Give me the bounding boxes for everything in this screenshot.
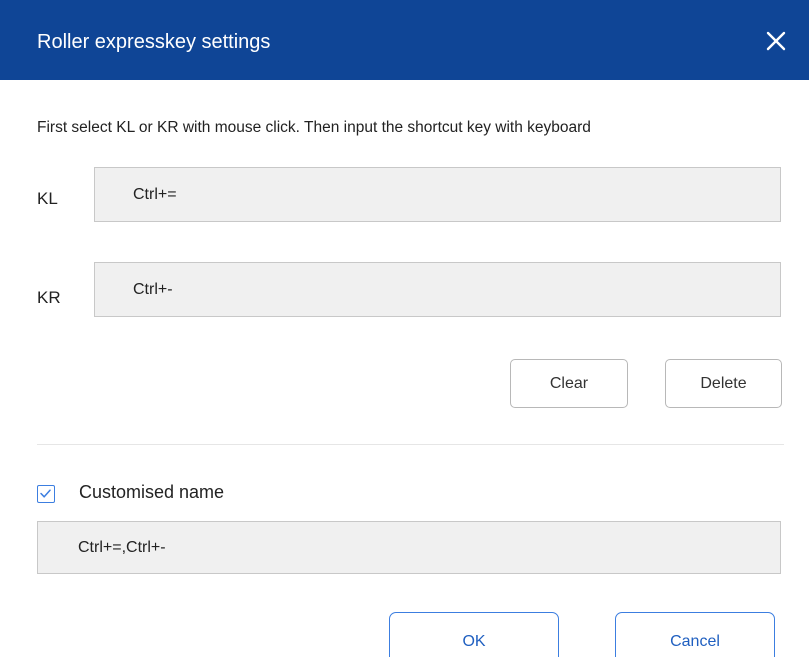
clear-button[interactable]: Clear xyxy=(510,359,628,408)
kl-shortcut-value: Ctrl+= xyxy=(133,186,177,203)
customised-name-input[interactable] xyxy=(37,521,781,574)
customised-name-label: Customised name xyxy=(79,482,225,502)
customised-name-checkbox[interactable] xyxy=(37,485,55,503)
kr-label: KR xyxy=(37,288,61,307)
kr-shortcut-value: Ctrl+- xyxy=(133,281,173,298)
ok-button[interactable]: OK xyxy=(389,612,559,657)
kr-shortcut-field[interactable]: Ctrl+- xyxy=(94,262,781,317)
instruction-text: First select KL or KR with mouse click. … xyxy=(37,119,591,136)
title-bar: Roller expresskey settings xyxy=(0,0,809,80)
close-icon xyxy=(766,31,786,51)
cancel-button[interactable]: Cancel xyxy=(615,612,775,657)
delete-button[interactable]: Delete xyxy=(665,359,782,408)
kl-label: KL xyxy=(37,189,58,208)
kl-shortcut-field[interactable]: Ctrl+= xyxy=(94,167,781,222)
dialog-title: Roller expresskey settings xyxy=(37,31,271,53)
checkmark-icon xyxy=(40,489,51,498)
close-button[interactable] xyxy=(765,30,787,52)
section-divider xyxy=(37,444,784,445)
roller-expresskey-dialog: Roller expresskey settings First select … xyxy=(0,0,809,657)
